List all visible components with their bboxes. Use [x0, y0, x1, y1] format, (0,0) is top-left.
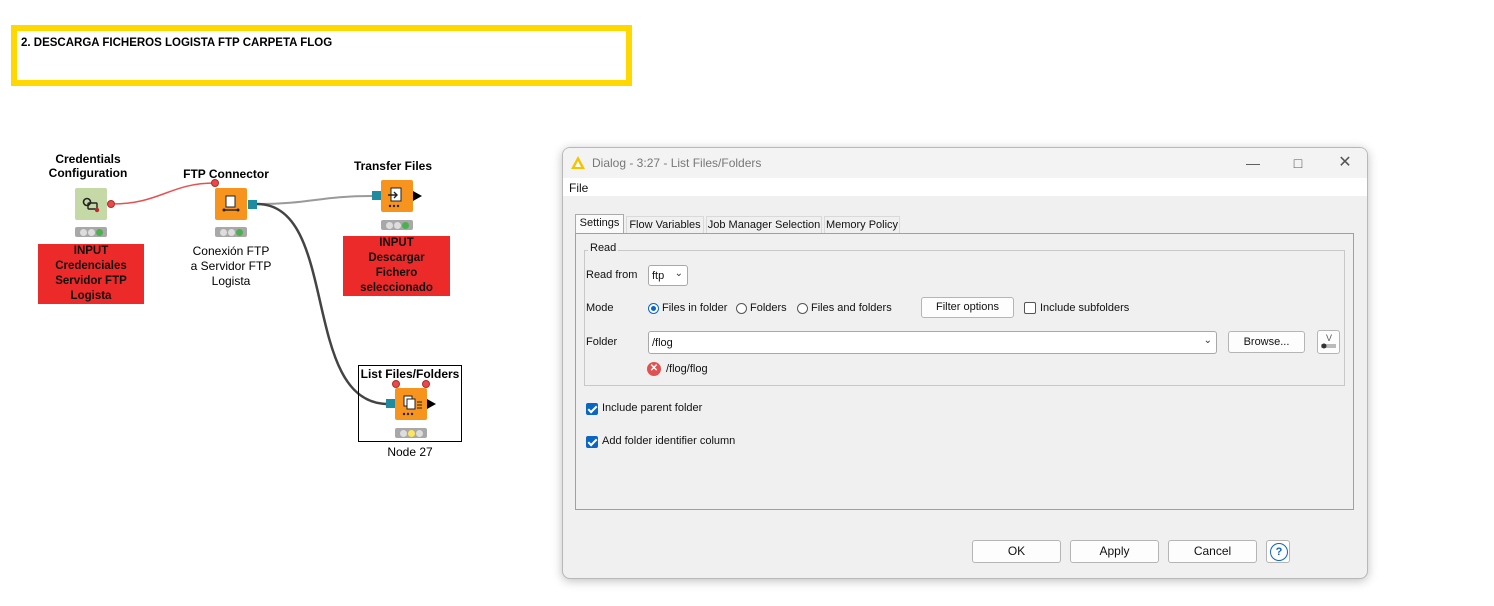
- label-line: Logista: [211, 274, 251, 288]
- mode-folders-label: Folders: [750, 302, 787, 314]
- mode-label: Mode: [586, 302, 614, 314]
- add-folder-identifier-label: Add folder identifier column: [602, 435, 736, 447]
- maximize-button[interactable]: □: [1288, 154, 1308, 172]
- tab-flow-variables[interactable]: Flow Variables: [626, 216, 704, 233]
- node-list-title: List Files/Folders: [360, 367, 460, 381]
- apply-button[interactable]: Apply: [1070, 540, 1159, 563]
- list-files-icon[interactable]: [395, 388, 427, 420]
- knime-app-icon: [571, 156, 585, 169]
- tab-memory-policy[interactable]: Memory Policy: [824, 216, 900, 233]
- filter-options-button[interactable]: Filter options: [921, 297, 1014, 318]
- dialog-title: Dialog - 3:27 - List Files/Folders: [592, 156, 762, 170]
- add-folder-identifier-checkbox[interactable]: [586, 436, 598, 448]
- include-parent-folder-checkbox[interactable]: [586, 403, 598, 415]
- credentials-output-port[interactable]: [107, 200, 115, 208]
- ftp-connector-icon[interactable]: [215, 188, 247, 220]
- ftp-status-light: [215, 227, 247, 237]
- transfer-input-port[interactable]: [372, 191, 381, 200]
- help-icon: ?: [1270, 543, 1288, 561]
- browse-button[interactable]: Browse...: [1228, 331, 1305, 353]
- node-list-label: Node 27: [387, 445, 433, 459]
- folder-path-value: /flog: [652, 337, 673, 349]
- minimize-button[interactable]: —: [1243, 154, 1263, 172]
- node-credentials-label: INPUT Credenciales Servidor FTP Logista: [38, 244, 144, 304]
- credentials-status-light: [75, 227, 107, 237]
- transfer-status-light: [381, 220, 413, 230]
- list-status-light: [395, 428, 427, 438]
- label-line: Conexión FTP: [192, 244, 270, 258]
- label-line: Logista: [70, 290, 112, 302]
- read-section-title: Read: [588, 242, 619, 254]
- label-line: Descargar: [368, 252, 425, 264]
- menu-file[interactable]: File: [569, 181, 588, 195]
- list-input-port-2[interactable]: [422, 380, 430, 388]
- mode-files-in-folder-radio[interactable]: [648, 303, 659, 314]
- tab-job-manager-selection[interactable]: Job Manager Selection: [706, 216, 822, 233]
- read-from-value: ftp: [652, 270, 665, 282]
- label-line: Fichero: [375, 267, 418, 279]
- label-line: INPUT: [73, 245, 109, 257]
- cancel-button[interactable]: Cancel: [1168, 540, 1257, 563]
- read-from-label: Read from: [586, 269, 638, 281]
- mode-files-and-folders-radio[interactable]: [797, 303, 808, 314]
- close-button[interactable]: ✕: [1335, 154, 1355, 172]
- label-line: seleccionado: [360, 282, 433, 294]
- wire-credentials-to-ftp: [111, 182, 216, 205]
- ok-button[interactable]: OK: [972, 540, 1061, 563]
- ftp-output-port[interactable]: [248, 200, 257, 209]
- node-ftp-label: Conexión FTP a Servidor FTP Logista: [176, 244, 286, 289]
- settings-panel: Read Read from ftp ⌄ Mode Files in folde…: [575, 233, 1354, 510]
- mode-files-and-folders-label: Files and folders: [811, 302, 892, 314]
- wire-ftp-to-transfer: [256, 195, 373, 205]
- label-line: INPUT: [379, 237, 414, 249]
- mode-files-in-folder-label: Files in folder: [662, 302, 728, 314]
- node-transfer-label: INPUT Descargar Fichero seleccionado: [343, 236, 450, 296]
- dialog-menubar: File: [563, 178, 1367, 196]
- help-button[interactable]: ?: [1266, 540, 1290, 563]
- list-output-port[interactable]: [427, 399, 436, 409]
- dialog-titlebar[interactable]: Dialog - 3:27 - List Files/Folders — □ ✕: [563, 148, 1367, 178]
- folder-path-input[interactable]: /flog ⌄: [648, 331, 1217, 354]
- node-credentials-title: Credentials Configuration: [40, 152, 136, 180]
- label-line: a Servidor FTP: [190, 259, 272, 273]
- flow-variable-button[interactable]: V: [1317, 330, 1340, 354]
- include-subfolders-checkbox[interactable]: [1024, 302, 1036, 314]
- node-title-line: Configuration: [48, 166, 128, 180]
- list-files-dialog: Dialog - 3:27 - List Files/Folders — □ ✕…: [562, 147, 1368, 579]
- label-line: Credenciales: [55, 260, 127, 272]
- transfer-files-icon[interactable]: [381, 180, 413, 212]
- chevron-down-icon: ⌄: [1203, 335, 1212, 346]
- ftp-input-port[interactable]: [211, 179, 219, 187]
- node-ftp-title: FTP Connector: [183, 167, 269, 181]
- list-input-port[interactable]: [386, 399, 395, 408]
- include-parent-folder-label: Include parent folder: [602, 402, 703, 414]
- label-line: Servidor FTP: [55, 275, 127, 287]
- credentials-icon[interactable]: [75, 188, 107, 220]
- error-icon: ✕: [647, 362, 661, 376]
- tab-settings[interactable]: Settings: [575, 214, 624, 234]
- read-from-select[interactable]: ftp ⌄: [648, 265, 688, 286]
- folder-error-path: /flog/flog: [666, 363, 708, 375]
- node-title-line: Credentials: [55, 152, 121, 166]
- folder-label: Folder: [586, 336, 618, 348]
- flow-variable-icon: V: [1321, 333, 1336, 349]
- transfer-output-port[interactable]: [413, 191, 422, 201]
- mode-folders-radio[interactable]: [736, 303, 747, 314]
- include-subfolders-label: Include subfolders: [1040, 302, 1130, 314]
- node-transfer-title: Transfer Files: [353, 159, 433, 173]
- svg-text:V: V: [1326, 333, 1332, 343]
- chevron-down-icon: ⌄: [674, 268, 683, 279]
- list-input-port-1[interactable]: [392, 380, 400, 388]
